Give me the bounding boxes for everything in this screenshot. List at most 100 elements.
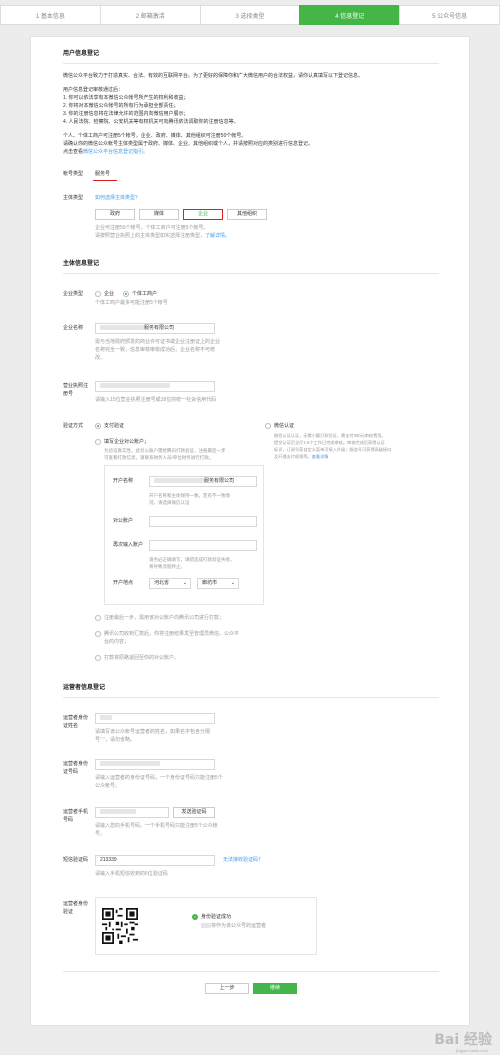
step-3: 3 选择类型 bbox=[199, 5, 300, 25]
pay-step-2: 注册最后一步，需用该对公账户向腾讯公司进行打款； bbox=[104, 615, 225, 621]
sms-code-note: 请输入手机短信收到的6位验证码 bbox=[95, 871, 168, 877]
section-title-user: 用户信息登记 bbox=[63, 51, 100, 57]
account2-note: 请务必正确填写，填错造成打款验证失败， bbox=[149, 557, 235, 562]
sms-code-label: 短信验证码 bbox=[63, 857, 89, 863]
operator-verify-label: 验证 bbox=[63, 909, 74, 915]
company-type-label: 企业类型 bbox=[63, 291, 84, 297]
account2-input[interactable] bbox=[149, 540, 257, 551]
verify-pay-label: 支付验证 bbox=[104, 423, 125, 429]
guide-link[interactable]: 微信公众平台信息登记指引。 bbox=[83, 149, 148, 155]
limit-text: 个人、个体工商户可注册5个帐号，企业、政府、媒体、其他组织可注册50个帐号。 bbox=[63, 133, 247, 139]
operator-phone-label: 号码 bbox=[63, 817, 74, 823]
license-input[interactable]: x bbox=[95, 381, 215, 392]
account2-label: 再次输入账户 bbox=[113, 542, 144, 548]
divider bbox=[63, 697, 439, 698]
pay-step-3: 腾讯公司收到汇款后，你将注册结果发至管理员微信。公众平 bbox=[104, 631, 240, 637]
verify-wx-radio[interactable] bbox=[265, 423, 271, 429]
company-name-note: 改。 bbox=[95, 355, 106, 361]
operator-name-note: 号“·”，请勿省略。 bbox=[95, 737, 135, 743]
watermark-sub: jingyan.baidu.com bbox=[455, 1048, 488, 1053]
pay-step-2-marker bbox=[95, 615, 101, 621]
city-select[interactable]: 廊坊市 ⌄ bbox=[197, 578, 239, 589]
subject-note: 企业可注册50个帐号，个体工商户可注册5个帐号。 bbox=[95, 225, 209, 231]
account-type-underline bbox=[93, 180, 117, 181]
company-type-individual-radio[interactable] bbox=[123, 291, 129, 297]
sms-code-input[interactable]: 213339 bbox=[95, 855, 215, 866]
subject-option-government[interactable]: 政府 bbox=[95, 209, 135, 220]
operator-verify-label: 运营者身份 bbox=[63, 901, 89, 907]
operator-id-note: 请输入运营者的身份证号码，一个身份证号码只能注册5个 bbox=[95, 775, 223, 781]
review-item: 3. 你的注册信息将在法律允许的范围内向微信用户展示； bbox=[63, 111, 189, 117]
account2-note: 将导致流程终止。 bbox=[149, 564, 185, 569]
account-label: 对公账户 bbox=[113, 518, 134, 524]
subject-type-label: 主体类型 bbox=[63, 195, 84, 201]
divider bbox=[63, 971, 439, 972]
wx-desc: 标识，订阅号获自定义菜单可接入升级；服务号可获得高级接口 bbox=[274, 447, 392, 452]
divider bbox=[63, 63, 439, 64]
pay-step-1: 填写企业对公账户； bbox=[104, 439, 150, 445]
operator-verify-panel: ✓ 身份验证成功 x将作为该公众号的运营者 bbox=[95, 897, 317, 955]
subject-option-enterprise-selected[interactable]: 企业 bbox=[183, 209, 223, 220]
wx-details-link[interactable]: 查看详情 bbox=[312, 454, 329, 459]
license-note: 请输入15位营业执照注册号或18位的统一社会信用代码 bbox=[95, 397, 217, 403]
registration-form: 用户信息登记 微信公众平台致力于打造真实、合法、有效的互联网平台。为了更好的保障… bbox=[30, 36, 470, 1026]
operator-phone-input[interactable]: x bbox=[95, 807, 169, 818]
watermark: Bai 经验 bbox=[434, 1032, 492, 1048]
subject-option-media[interactable]: 媒体 bbox=[139, 209, 179, 220]
verify-pay-radio[interactable] bbox=[95, 423, 101, 429]
province-select[interactable]: 河北省 ⌄ bbox=[149, 578, 191, 589]
account-type-value: 服务号 bbox=[95, 171, 111, 177]
review-item: 2. 你将对本微信公众帐号的所有行为承担全部责任； bbox=[63, 103, 179, 109]
wx-desc: 及开通支付权限等。 bbox=[274, 454, 312, 459]
payee-input[interactable]: x服务有限公司 bbox=[149, 476, 257, 487]
verify-label: 验证方式 bbox=[63, 423, 84, 429]
license-label: 册号 bbox=[63, 391, 74, 397]
pay-step-1-marker bbox=[95, 439, 101, 445]
operator-name-note: 请填写该公众帐号运营者的姓名，如果名字包含分隔 bbox=[95, 729, 211, 735]
verify-success-text: 身份验证成功 bbox=[201, 914, 232, 920]
operator-name-label: 运营者身份 bbox=[63, 715, 89, 721]
operator-name-input[interactable]: x bbox=[95, 713, 215, 724]
province-value: 河北省 bbox=[154, 580, 170, 586]
operator-id-label: 运营者身份 bbox=[63, 761, 89, 767]
qr-code-icon bbox=[102, 908, 138, 944]
page: 1 基本信息 2 邮箱激活 3 选择类型 4 信息登记 5 公众号信息 用户信息… bbox=[0, 0, 500, 1055]
verify-success-sub: 将作为该公众号的运营者 bbox=[211, 923, 267, 929]
sms-help-link[interactable]: 无法接收验证码？ bbox=[223, 857, 263, 864]
company-name-input[interactable]: x服务有限公司 bbox=[95, 323, 215, 334]
operator-id-label: 证号码 bbox=[63, 769, 79, 775]
operator-name-label: 证姓名 bbox=[63, 723, 79, 729]
subject-note-2: 请按照营业执照上的主体类型如实选择注册类型， bbox=[95, 233, 206, 239]
company-name-note: 名称完全一致，信息审核审核成功后，企业名称不可修 bbox=[95, 347, 216, 353]
chevron-down-icon: ⌄ bbox=[182, 580, 187, 586]
payee-label: 开户名称 bbox=[113, 478, 134, 484]
pay-step-1-desc: 为验证真实性，此对公账户需给腾讯打款验证，注册最后一步 bbox=[104, 448, 226, 453]
company-type-note: 个体工商户最多可能注册5个帐号 bbox=[95, 300, 168, 306]
divider bbox=[63, 273, 439, 274]
continue-button[interactable]: 继续 bbox=[253, 983, 297, 994]
prev-button[interactable]: 上一步 bbox=[205, 983, 249, 994]
intro-text: 微信公众平台致力于打造真实、合法、有效的互联网平台。为了更好的保障你和广大微信用… bbox=[63, 73, 364, 79]
pay-step-1-desc: 可查看打款信息，请联系财务人员/单位财务进行打款。 bbox=[104, 455, 214, 460]
license-label: 营业执照注 bbox=[63, 383, 89, 389]
pay-step-3-marker bbox=[95, 631, 101, 637]
subject-type-help-link[interactable]: 如何选择主体类型？ bbox=[95, 195, 140, 202]
location-label: 开户地点 bbox=[113, 580, 134, 586]
section-title-subject: 主体信息登记 bbox=[63, 261, 100, 267]
account-input[interactable] bbox=[149, 516, 257, 527]
subject-option-other[interactable]: 其他组织 bbox=[227, 209, 267, 220]
pay-step-4: 打款将原路退回至你的对公账户。 bbox=[104, 655, 180, 661]
company-type-enterprise-label: 企业 bbox=[104, 291, 115, 297]
city-value: 廊坊市 bbox=[202, 580, 218, 586]
operator-id-input[interactable]: x bbox=[95, 759, 215, 770]
verify-wx-label: 微信认证 bbox=[274, 423, 295, 429]
company-type-enterprise-radio[interactable] bbox=[95, 291, 101, 297]
company-name-label: 企业名称 bbox=[63, 325, 84, 331]
subject-details-link[interactable]: 了解详情。 bbox=[205, 233, 230, 239]
operator-phone-label: 运营者手机 bbox=[63, 809, 89, 815]
section-title-operator: 运营者信息登记 bbox=[63, 685, 106, 691]
guide-prefix: 点击查看 bbox=[63, 149, 84, 155]
company-name-value: 服务有限公司 bbox=[144, 325, 175, 331]
send-code-button[interactable]: 发送验证码 bbox=[173, 807, 215, 818]
chevron-down-icon: ⌄ bbox=[230, 580, 235, 586]
